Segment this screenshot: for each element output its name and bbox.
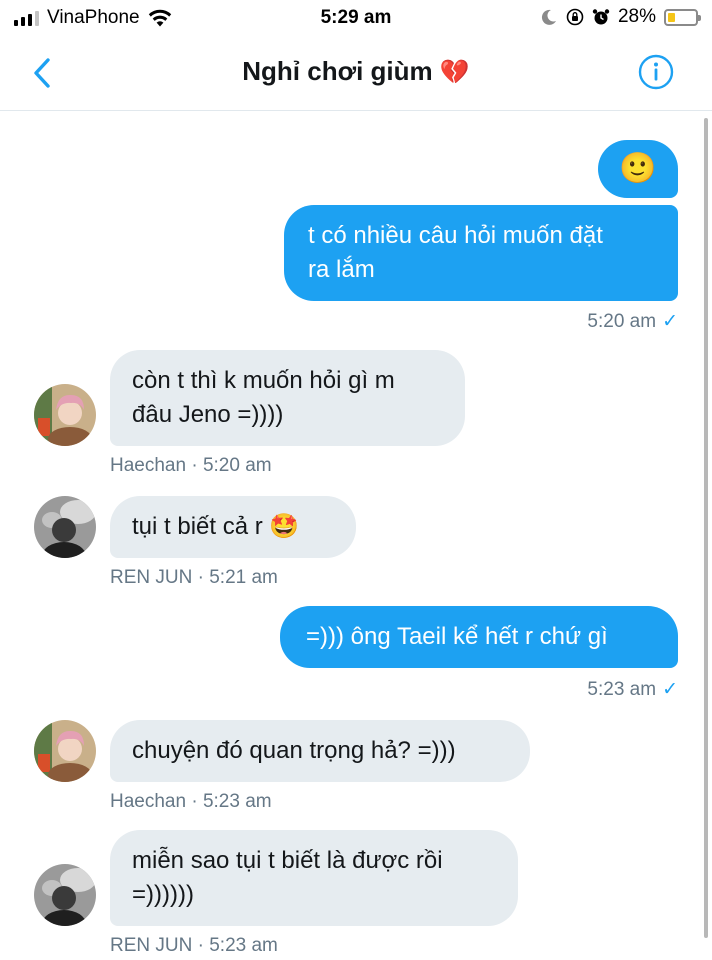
- message-text-line: miễn sao tụi t biết là được rồi: [132, 847, 443, 874]
- message-bubble-outgoing[interactable]: 🙂: [598, 140, 678, 198]
- message-bubble-incoming[interactable]: tụi t biết cả r 🤩: [110, 496, 356, 558]
- battery-percent: 28%: [617, 6, 656, 27]
- message-text-line: =)))))): [132, 881, 194, 908]
- message-time: 5:23 am: [587, 679, 657, 700]
- alarm-icon: [592, 9, 610, 25]
- message-text: tụi t biết cả r 🤩: [132, 513, 300, 540]
- message-text-line: còn t thì k muốn hỏi gì m: [132, 367, 395, 394]
- conversation-title-text: Nghỉ chơi giùm: [242, 56, 433, 86]
- message-text-line: ra lắm: [308, 256, 375, 283]
- conversation-header: Nghỉ chơi giùm 💔: [0, 36, 712, 111]
- message-meta: 5:20 am ✓: [587, 310, 678, 333]
- message-time: 5:20 am: [587, 311, 657, 332]
- conversation-title: Nghỉ chơi giùm 💔: [0, 56, 712, 87]
- scrollbar[interactable]: [704, 118, 708, 938]
- message-text-line: t có nhiều câu hỏi muốn đặt: [308, 222, 603, 249]
- message-bubble-incoming[interactable]: còn t thì k muốn hỏi gì m đâu Jeno =)))): [110, 350, 465, 446]
- status-bar: VinaPhone 5:29 am 28%: [0, 0, 712, 36]
- message-text: =))) ông Taeil kể hết r chứ gì: [306, 623, 608, 650]
- info-button[interactable]: [638, 54, 674, 90]
- message-text: chuyện đó quan trọng hả? =))): [132, 737, 456, 764]
- message-text: 🙂: [619, 152, 657, 185]
- broken-heart-icon: 💔: [439, 59, 470, 86]
- message-meta: REN JUN · 5:23 am: [110, 935, 278, 956]
- read-check-icon: ✓: [662, 679, 678, 700]
- orientation-lock-icon: [566, 8, 584, 26]
- message-meta: REN JUN · 5:21 am: [110, 567, 278, 588]
- message-meta: Haechan · 5:20 am: [110, 455, 272, 476]
- message-bubble-incoming[interactable]: chuyện đó quan trọng hả? =))): [110, 720, 530, 782]
- message-meta: Haechan · 5:23 am: [110, 791, 272, 812]
- read-check-icon: ✓: [662, 311, 678, 332]
- avatar[interactable]: [34, 864, 96, 926]
- avatar[interactable]: [34, 496, 96, 558]
- message-bubble-outgoing[interactable]: =))) ông Taeil kể hết r chứ gì: [280, 606, 678, 668]
- avatar[interactable]: [34, 720, 96, 782]
- avatar[interactable]: [34, 384, 96, 446]
- moon-icon: [541, 9, 556, 25]
- message-bubble-incoming[interactable]: miễn sao tụi t biết là được rồi =)))))): [110, 830, 518, 926]
- message-meta: 5:23 am ✓: [587, 678, 678, 701]
- message-text-line: đâu Jeno =)))): [132, 401, 284, 428]
- battery-icon: [664, 8, 701, 26]
- message-bubble-outgoing[interactable]: t có nhiều câu hỏi muốn đặt ra lắm: [284, 205, 678, 301]
